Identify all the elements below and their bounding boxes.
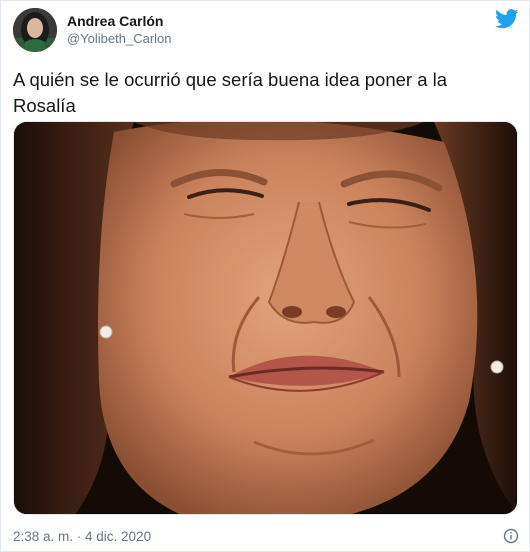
twitter-bird-icon[interactable] [495, 9, 519, 29]
author-handle[interactable]: @Yolibeth_Carlon [67, 30, 172, 48]
tweet-header: Andrea Carlón @Yolibeth_Carlon [13, 7, 172, 53]
avatar[interactable] [13, 8, 57, 52]
tweet-card: Andrea Carlón @Yolibeth_Carlon A quién s… [0, 0, 530, 552]
tweet-footer: 2:38 a. m. · 4 dic. 2020 [13, 527, 519, 545]
info-icon[interactable] [503, 528, 519, 544]
author-display-name[interactable]: Andrea Carlón [67, 12, 172, 30]
tweet-timestamp[interactable]: 2:38 a. m. · 4 dic. 2020 [13, 529, 151, 544]
avatar-image [13, 8, 57, 52]
author-names: Andrea Carlón @Yolibeth_Carlon [67, 12, 172, 48]
tweet-photo[interactable] [13, 121, 518, 515]
grimacing-woman-photo [14, 122, 517, 514]
